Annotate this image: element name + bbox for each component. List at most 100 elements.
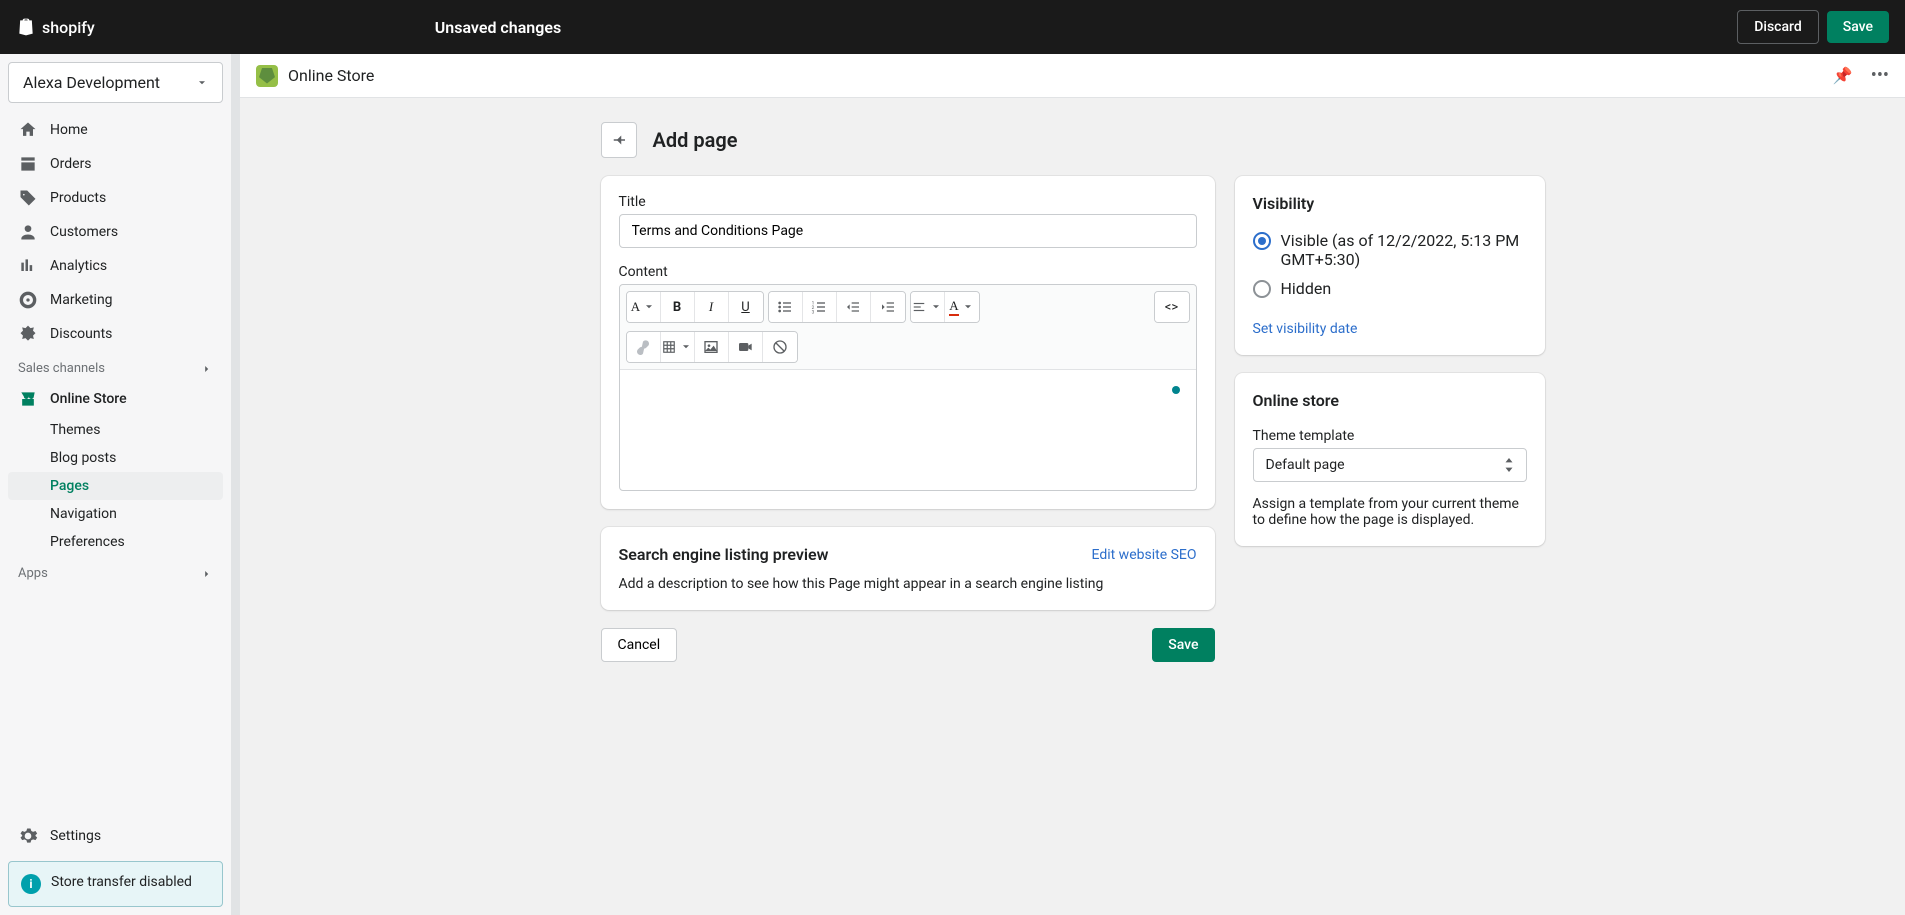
- nav-customers[interactable]: Customers: [8, 215, 223, 249]
- store-transfer-notice: i Store transfer disabled: [8, 861, 223, 907]
- online-store-card: Online store Theme template Default page…: [1235, 373, 1545, 546]
- shopify-bag-icon: [16, 16, 36, 38]
- radio-hidden[interactable]: Hidden: [1253, 279, 1527, 298]
- video-icon: [737, 339, 753, 355]
- radio-visible[interactable]: Visible (as of 12/2/2022, 5:13 PM GMT+5:…: [1253, 231, 1527, 269]
- seo-card: Search engine listing preview Edit websi…: [601, 527, 1215, 610]
- shopify-logo: shopify: [16, 16, 95, 38]
- rte-format-dropdown[interactable]: A: [627, 292, 661, 322]
- nav-home[interactable]: Home: [8, 113, 223, 147]
- rte-underline[interactable]: U: [729, 292, 763, 322]
- main-area: Online Store 📌 ••• Add page Title: [240, 54, 1905, 915]
- hidden-label: Hidden: [1281, 279, 1332, 298]
- rte-table-dropdown[interactable]: [661, 332, 695, 362]
- rte-html-view[interactable]: <>: [1155, 292, 1189, 322]
- nav-online-store[interactable]: Online Store: [8, 382, 223, 416]
- sub-themes[interactable]: Themes: [8, 416, 223, 444]
- rte-bullet-list[interactable]: [769, 292, 803, 322]
- sidebar: Alexa Development Home Orders Products C…: [0, 54, 232, 915]
- rte-indent[interactable]: [871, 292, 905, 322]
- table-icon: [662, 340, 676, 354]
- topbar: shopify Unsaved changes Discard Save: [0, 0, 1905, 54]
- store-selector[interactable]: Alexa Development: [8, 62, 223, 103]
- online-store-app-icon: [256, 65, 278, 87]
- back-button[interactable]: [601, 122, 637, 158]
- sales-channels-header: Sales channels: [8, 351, 223, 382]
- link-icon: [635, 339, 651, 355]
- radio-icon: [1253, 232, 1271, 250]
- nav-analytics[interactable]: Analytics: [8, 249, 223, 283]
- rte-content-area[interactable]: [620, 370, 1196, 490]
- rte-clear-format[interactable]: [763, 332, 797, 362]
- title-label: Title: [619, 194, 1197, 210]
- cancel-button[interactable]: Cancel: [601, 628, 678, 662]
- svg-text:3: 3: [812, 310, 815, 315]
- sub-preferences[interactable]: Preferences: [8, 528, 223, 556]
- seo-help: Add a description to see how this Page m…: [619, 576, 1197, 592]
- chevron-down-icon: [930, 301, 942, 313]
- nav-discounts[interactable]: Discounts: [8, 317, 223, 351]
- os-heading: Online store: [1253, 391, 1527, 410]
- template-value: Default page: [1266, 457, 1345, 473]
- rte-align-dropdown[interactable]: [911, 292, 945, 322]
- save-button-bottom[interactable]: Save: [1152, 628, 1214, 662]
- image-icon: [703, 339, 719, 355]
- template-help: Assign a template from your current them…: [1253, 496, 1527, 528]
- chevron-down-icon: [962, 301, 974, 313]
- list-bullet-icon: [777, 299, 793, 315]
- scroll-divider: [232, 54, 240, 915]
- seo-heading: Search engine listing preview: [619, 545, 829, 564]
- chevron-down-icon: [196, 77, 208, 89]
- rte-image[interactable]: [695, 332, 729, 362]
- chevron-right-icon[interactable]: [201, 363, 213, 375]
- more-icon[interactable]: •••: [1871, 65, 1889, 86]
- rte-italic[interactable]: I: [695, 292, 729, 322]
- info-icon: i: [21, 874, 41, 894]
- pin-icon[interactable]: 📌: [1833, 66, 1853, 85]
- rte-color-dropdown[interactable]: A: [945, 292, 979, 322]
- discount-icon: [18, 324, 38, 344]
- context-bar: Online Store 📌 •••: [240, 54, 1905, 98]
- chevron-right-icon[interactable]: [201, 568, 213, 580]
- nav-products[interactable]: Products: [8, 181, 223, 215]
- radio-icon: [1253, 280, 1271, 298]
- content-label: Content: [619, 264, 1197, 280]
- sub-navigation[interactable]: Navigation: [8, 500, 223, 528]
- gear-icon: [18, 826, 38, 846]
- visibility-heading: Visibility: [1253, 194, 1527, 213]
- select-arrows-icon: [1504, 458, 1514, 472]
- nav-orders[interactable]: Orders: [8, 147, 223, 181]
- rte-ordered-list[interactable]: 123: [803, 292, 837, 322]
- store-icon: [18, 389, 38, 409]
- template-label: Theme template: [1253, 428, 1527, 444]
- save-button-top[interactable]: Save: [1827, 11, 1889, 43]
- rte-bold[interactable]: B: [661, 292, 695, 322]
- clear-icon: [772, 339, 788, 355]
- context-title: Online Store: [288, 66, 374, 85]
- nav-marketing[interactable]: Marketing: [8, 283, 223, 317]
- nav-settings[interactable]: Settings: [8, 819, 223, 853]
- arrow-left-icon: [610, 131, 628, 149]
- chevron-down-icon: [643, 301, 655, 313]
- rte-video[interactable]: [729, 332, 763, 362]
- title-content-card: Title Content A B I U: [601, 176, 1215, 509]
- home-icon: [18, 120, 38, 140]
- rte-link[interactable]: [627, 332, 661, 362]
- title-input[interactable]: [619, 214, 1197, 248]
- template-select[interactable]: Default page: [1253, 448, 1527, 482]
- list-number-icon: 123: [811, 299, 827, 315]
- discard-button[interactable]: Discard: [1737, 10, 1818, 44]
- align-left-icon: [912, 300, 926, 314]
- rich-text-editor: A B I U 123: [619, 284, 1197, 491]
- set-visibility-date-link[interactable]: Set visibility date: [1253, 321, 1358, 337]
- target-icon: [18, 290, 38, 310]
- transfer-text: Store transfer disabled: [51, 874, 192, 894]
- outdent-icon: [845, 299, 861, 315]
- sub-blog-posts[interactable]: Blog posts: [8, 444, 223, 472]
- analytics-icon: [18, 256, 38, 276]
- sub-pages[interactable]: Pages: [8, 472, 223, 500]
- logo-text: shopify: [42, 18, 95, 37]
- store-name: Alexa Development: [23, 73, 160, 92]
- rte-outdent[interactable]: [837, 292, 871, 322]
- edit-seo-link[interactable]: Edit website SEO: [1092, 547, 1197, 563]
